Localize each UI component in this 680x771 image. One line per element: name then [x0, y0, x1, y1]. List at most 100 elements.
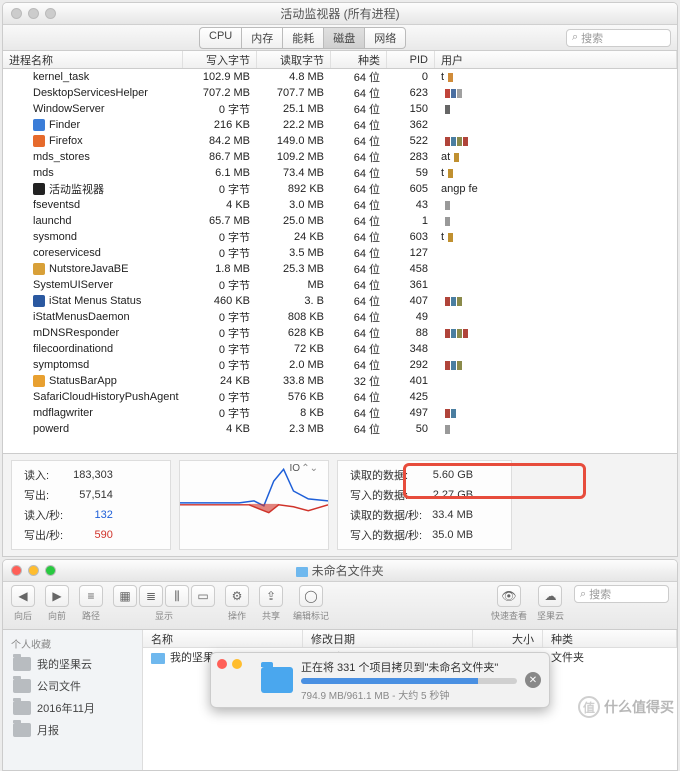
- tags-button[interactable]: ◯: [299, 585, 323, 607]
- process-name: fseventsd: [33, 199, 80, 211]
- process-row[interactable]: symptomsd0 字节2.0 MB64 位292: [3, 357, 677, 373]
- io-counts-box: 读入:183,303写出:57,514读入/秒:132写出/秒:590: [11, 460, 171, 550]
- app-icon: [33, 183, 45, 195]
- process-name: coreservicesd: [33, 247, 101, 259]
- finder-title: 未命名文件夹: [3, 562, 677, 579]
- sidebar-item[interactable]: 公司文件: [3, 675, 142, 697]
- process-row[interactable]: iStat Menus Status460 KB3. B64 位407: [3, 293, 677, 309]
- process-name: WindowServer: [33, 103, 105, 115]
- fcol-name[interactable]: 名称: [143, 630, 303, 647]
- process-row[interactable]: NutstoreJavaBE1.8 MB25.3 MB64 位458: [3, 261, 677, 277]
- process-row[interactable]: SafariCloudHistoryPushAgent0 字节576 KB64 …: [3, 389, 677, 405]
- fcol-date[interactable]: 修改日期: [303, 630, 473, 647]
- col-bytes-written[interactable]: 写入字节: [183, 51, 257, 68]
- activity-monitor-window: 活动监视器 (所有进程) CPU内存能耗磁盘网络 ⌕ 搜索 进程名称 写入字节 …: [2, 2, 678, 557]
- io-graph: IO ⌃⌄: [179, 460, 329, 550]
- process-row[interactable]: Finder216 KB22.2 MB64 位362: [3, 117, 677, 133]
- process-row[interactable]: sysmond0 字节24 KB64 位603t: [3, 229, 677, 245]
- process-name: iStat Menus Status: [49, 295, 141, 307]
- folder-icon: [261, 667, 293, 693]
- app-icon: [33, 295, 45, 307]
- process-row[interactable]: mDNSResponder0 字节628 KB64 位88: [3, 325, 677, 341]
- process-row[interactable]: fseventsd4 KB3.0 MB64 位43: [3, 197, 677, 213]
- process-row[interactable]: Firefox84.2 MB149.0 MB64 位522: [3, 133, 677, 149]
- process-row[interactable]: StatusBarApp24 KB33.8 MB32 位401: [3, 373, 677, 389]
- process-name: Firefox: [49, 135, 83, 147]
- process-name: mds_stores: [33, 151, 90, 163]
- process-name: Finder: [49, 119, 80, 131]
- path-button[interactable]: ≡: [79, 585, 103, 607]
- titlebar: 活动监视器 (所有进程): [3, 3, 677, 25]
- process-name: symptomsd: [33, 359, 89, 371]
- process-row[interactable]: kernel_task102.9 MB4.8 MB64 位0t: [3, 69, 677, 85]
- process-list: kernel_task102.9 MB4.8 MB64 位0tDesktopSe…: [3, 69, 677, 453]
- sidebar-item[interactable]: 月报: [3, 719, 142, 741]
- col-process-name[interactable]: 进程名称: [3, 51, 183, 68]
- tab-segmented-control: CPU内存能耗磁盘网络: [199, 27, 406, 49]
- quicklook-button[interactable]: 👁: [497, 585, 521, 607]
- back-button[interactable]: ◀: [11, 585, 35, 607]
- highlight-annotation: [403, 463, 586, 499]
- folder-icon: [13, 701, 31, 715]
- tab-CPU[interactable]: CPU: [199, 27, 241, 49]
- sidebar-item[interactable]: 2016年11月: [3, 697, 142, 719]
- tab-内存[interactable]: 内存: [241, 27, 282, 49]
- process-row[interactable]: mdflagwriter0 字节8 KB64 位497: [3, 405, 677, 421]
- app-icon: [33, 263, 45, 275]
- process-row[interactable]: WindowServer0 字节25.1 MB64 位150: [3, 101, 677, 117]
- process-name: kernel_task: [33, 71, 89, 83]
- view-gallery-button[interactable]: ▭: [191, 585, 215, 607]
- nutstore-button[interactable]: ☁: [538, 585, 562, 607]
- fcol-size[interactable]: 大小: [473, 630, 543, 647]
- process-name: NutstoreJavaBE: [49, 263, 128, 275]
- app-icon: [33, 135, 45, 147]
- process-row[interactable]: coreservicesd0 字节3.5 MB64 位127: [3, 245, 677, 261]
- dlg-min[interactable]: [232, 659, 242, 669]
- process-row[interactable]: mds6.1 MB73.4 MB64 位59t: [3, 165, 677, 181]
- progress-bar: [301, 678, 517, 684]
- search-input[interactable]: ⌕ 搜索: [566, 29, 671, 47]
- process-name: StatusBarApp: [49, 375, 117, 387]
- view-icon-button[interactable]: ▦: [113, 585, 137, 607]
- process-row[interactable]: mds_stores86.7 MB109.2 MB64 位283at: [3, 149, 677, 165]
- col-kind[interactable]: 种类: [331, 51, 387, 68]
- dlg-close[interactable]: [217, 659, 227, 669]
- col-user[interactable]: 用户: [435, 51, 677, 68]
- col-bytes-read[interactable]: 读取字节: [257, 51, 331, 68]
- sidebar-item[interactable]: 我的坚果云: [3, 653, 142, 675]
- process-row[interactable]: filecoordinationd0 字节72 KB64 位348: [3, 341, 677, 357]
- process-name: DesktopServicesHelper: [33, 87, 148, 99]
- process-name: filecoordinationd: [33, 343, 113, 355]
- cancel-copy-button[interactable]: ✕: [525, 672, 541, 688]
- process-row[interactable]: powerd4 KB2.3 MB64 位50: [3, 421, 677, 437]
- action-button[interactable]: ⚙: [225, 585, 249, 607]
- process-row[interactable]: 活动监视器0 字节892 KB64 位605angp fe: [3, 181, 677, 197]
- process-name: powerd: [33, 423, 69, 435]
- folder-icon: [13, 679, 31, 693]
- process-row[interactable]: launchd65.7 MB25.0 MB64 位1: [3, 213, 677, 229]
- view-column-button[interactable]: ⫼: [165, 585, 189, 607]
- finder-search[interactable]: ⌕搜索: [574, 585, 669, 603]
- share-button[interactable]: ⇪: [259, 585, 283, 607]
- process-row[interactable]: SystemUIServer0 字节 MB64 位361: [3, 277, 677, 293]
- view-list-button[interactable]: ≣: [139, 585, 163, 607]
- sidebar-header: 个人收藏: [3, 634, 142, 653]
- app-icon: [33, 119, 45, 131]
- process-name: iStatMenusDaemon: [33, 311, 130, 323]
- fcol-kind[interactable]: 种类: [543, 630, 677, 647]
- tab-磁盘[interactable]: 磁盘: [323, 27, 364, 49]
- graph-selector-icon[interactable]: ⌃⌄: [301, 463, 318, 474]
- col-pid[interactable]: PID: [387, 51, 435, 68]
- folder-icon: [13, 657, 31, 671]
- process-row[interactable]: DesktopServicesHelper707.2 MB707.7 MB64 …: [3, 85, 677, 101]
- process-row[interactable]: iStatMenusDaemon0 字节808 KB64 位49: [3, 309, 677, 325]
- process-name: SystemUIServer: [33, 279, 113, 291]
- footer-stats: 读入:183,303写出:57,514读入/秒:132写出/秒:590 IO ⌃…: [3, 453, 677, 556]
- window-title: 活动监视器 (所有进程): [3, 5, 677, 22]
- tab-能耗[interactable]: 能耗: [282, 27, 323, 49]
- forward-button[interactable]: ▶: [45, 585, 69, 607]
- finder-titlebar: 未命名文件夹: [3, 560, 677, 582]
- folder-icon: [296, 567, 308, 577]
- tab-网络[interactable]: 网络: [364, 27, 406, 49]
- search-placeholder: 搜索: [581, 30, 603, 46]
